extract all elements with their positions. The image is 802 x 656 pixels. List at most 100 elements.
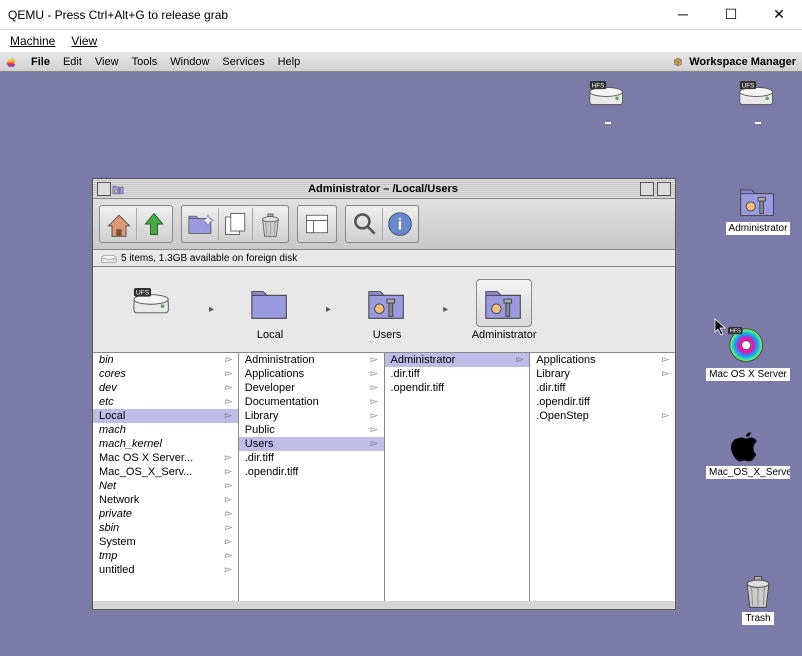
list-item[interactable]: .dir.tiff xyxy=(239,451,384,465)
host-titlebar: QEMU - Press Ctrl+Alt+G to release grab … xyxy=(0,0,802,30)
fm-titlebar[interactable]: Administrator – /Local/Users xyxy=(93,179,675,199)
folder-title-icon xyxy=(111,183,125,195)
desktop-icon-server-app[interactable]: Mac_OS_X_Server xyxy=(706,426,790,479)
list-item[interactable]: tmp▻ xyxy=(93,549,238,563)
new-folder-button[interactable] xyxy=(184,208,218,240)
item-label: Developer xyxy=(245,382,295,394)
list-item[interactable]: Administrator▻ xyxy=(385,353,530,367)
desktop-icon-trash[interactable]: Trash xyxy=(716,572,800,625)
list-item[interactable]: .opendir.tiff xyxy=(239,465,384,479)
list-item[interactable]: Documentation▻ xyxy=(239,395,384,409)
item-label: Mac_OS_X_Serv... xyxy=(99,466,192,478)
fm-title: Administrator – /Local/Users xyxy=(129,183,637,195)
desktop-icon-ufs-disk[interactable]: UFS xyxy=(716,82,800,124)
minimize-button[interactable]: ─ xyxy=(668,6,698,23)
item-label: Net xyxy=(99,480,116,492)
list-item[interactable]: Mac_OS_X_Serv...▻ xyxy=(93,465,238,479)
duplicate-button[interactable] xyxy=(218,208,252,240)
menu-window[interactable]: Window xyxy=(170,56,209,68)
menu-services[interactable]: Services xyxy=(222,56,264,68)
item-label: bin xyxy=(99,354,114,366)
chevron-right-icon: ▻ xyxy=(371,396,378,408)
chevron-right-icon: ▻ xyxy=(225,480,232,492)
list-item[interactable]: Applications▻ xyxy=(239,367,384,381)
info-button[interactable] xyxy=(382,208,416,240)
path-separator-icon: ▸ xyxy=(209,304,214,315)
list-item[interactable]: private▻ xyxy=(93,507,238,521)
list-item[interactable]: untitled▻ xyxy=(93,563,238,577)
host-menubar: Machine View xyxy=(0,30,802,52)
list-item[interactable]: Net ▻ xyxy=(93,479,238,493)
item-label: cores xyxy=(99,368,126,380)
list-item[interactable]: .dir.tiff xyxy=(530,381,675,395)
menu-edit[interactable]: Edit xyxy=(63,56,82,68)
find-button[interactable] xyxy=(348,208,382,240)
list-item[interactable]: mach_kernel xyxy=(93,437,238,451)
list-item[interactable]: Users ▻ xyxy=(239,437,384,451)
maximize-button[interactable]: ☐ xyxy=(716,6,746,23)
fm-zoom-button[interactable] xyxy=(640,182,654,196)
list-item[interactable]: .opendir.tiff xyxy=(530,395,675,409)
desktop[interactable]: File Edit View Tools Window Services Hel… xyxy=(0,52,802,656)
list-item[interactable]: mach xyxy=(93,423,238,437)
close-button[interactable]: ✕ xyxy=(764,6,794,23)
list-item[interactable]: .OpenStep▻ xyxy=(530,409,675,423)
column-3[interactable]: Applications ▻Library▻.dir.tiff.opendir.t… xyxy=(530,353,675,601)
item-label: System xyxy=(99,536,136,548)
column-1[interactable]: Administration▻Applications▻Developer▻Do… xyxy=(239,353,385,601)
home-button[interactable] xyxy=(102,208,136,240)
chevron-right-icon: ▻ xyxy=(662,354,669,366)
fm-collapse-button[interactable] xyxy=(657,182,671,196)
apple-menu-icon[interactable] xyxy=(6,56,18,68)
list-item[interactable]: System▻ xyxy=(93,535,238,549)
list-item[interactable]: Network▻ xyxy=(93,493,238,507)
menu-file[interactable]: File xyxy=(31,56,50,68)
list-item[interactable]: Library▻ xyxy=(530,367,675,381)
fm-path-bar: UFS▸Local▸Users▸Administrator xyxy=(93,267,675,353)
desktop-icon-label: Administrator xyxy=(726,222,791,235)
path-item-administrator[interactable]: Administrator xyxy=(456,279,552,341)
list-item[interactable]: dev▻ xyxy=(93,381,238,395)
list-item[interactable]: cores▻ xyxy=(93,367,238,381)
menu-tools[interactable]: Tools xyxy=(132,56,158,68)
app-switcher[interactable]: Workspace Manager xyxy=(671,55,796,69)
list-item[interactable]: Public▻ xyxy=(239,423,384,437)
host-menu-machine[interactable]: Machine xyxy=(10,34,55,48)
item-label: Applications xyxy=(536,354,595,366)
path-separator-icon: ▸ xyxy=(443,304,448,315)
desktop-icon-admin-home[interactable]: Administrator xyxy=(716,182,800,235)
chevron-right-icon: ▻ xyxy=(371,438,378,450)
fm-close-button[interactable] xyxy=(97,182,111,196)
menu-help[interactable]: Help xyxy=(278,56,301,68)
path-item-users[interactable]: Users xyxy=(339,279,435,341)
list-item[interactable]: .opendir.tiff xyxy=(385,381,530,395)
view-mode-button[interactable] xyxy=(300,208,334,240)
disk-ufs-icon: UFS xyxy=(125,285,181,333)
item-label: Users xyxy=(245,438,274,450)
list-item[interactable]: Developer ▻ xyxy=(239,381,384,395)
item-label: .dir.tiff xyxy=(536,382,565,394)
path-item-local[interactable]: Local xyxy=(222,279,318,341)
menu-view[interactable]: View xyxy=(95,56,119,68)
path-label: Local xyxy=(257,329,283,341)
host-menu-view[interactable]: View xyxy=(71,34,97,48)
desktop-icon-hfs-disk[interactable]: HFS xyxy=(566,82,650,124)
list-item[interactable]: Applications ▻ xyxy=(530,353,675,367)
list-item[interactable]: bin▻ xyxy=(93,353,238,367)
column-0[interactable]: bin▻cores▻dev▻etc▻Local▻machmach_kernelM… xyxy=(93,353,239,601)
path-item-root[interactable]: UFS xyxy=(105,285,201,335)
chevron-right-icon: ▻ xyxy=(371,382,378,394)
list-item[interactable]: Library▻ xyxy=(239,409,384,423)
list-item[interactable]: sbin▻ xyxy=(93,521,238,535)
list-item[interactable]: Local▻ xyxy=(93,409,238,423)
fm-status-bar: 5 items, 1.3GB available on foreign disk xyxy=(93,250,675,267)
delete-button[interactable] xyxy=(252,208,286,240)
list-item[interactable]: .dir.tiff xyxy=(385,367,530,381)
column-2[interactable]: Administrator▻.dir.tiff.opendir.tiff xyxy=(385,353,531,601)
up-button[interactable] xyxy=(136,208,170,240)
fm-toolbar xyxy=(93,199,675,250)
list-item[interactable]: Mac OS X Server...▻ xyxy=(93,451,238,465)
list-item[interactable]: etc▻ xyxy=(93,395,238,409)
list-item[interactable]: Administration▻ xyxy=(239,353,384,367)
chevron-right-icon: ▻ xyxy=(225,452,232,464)
